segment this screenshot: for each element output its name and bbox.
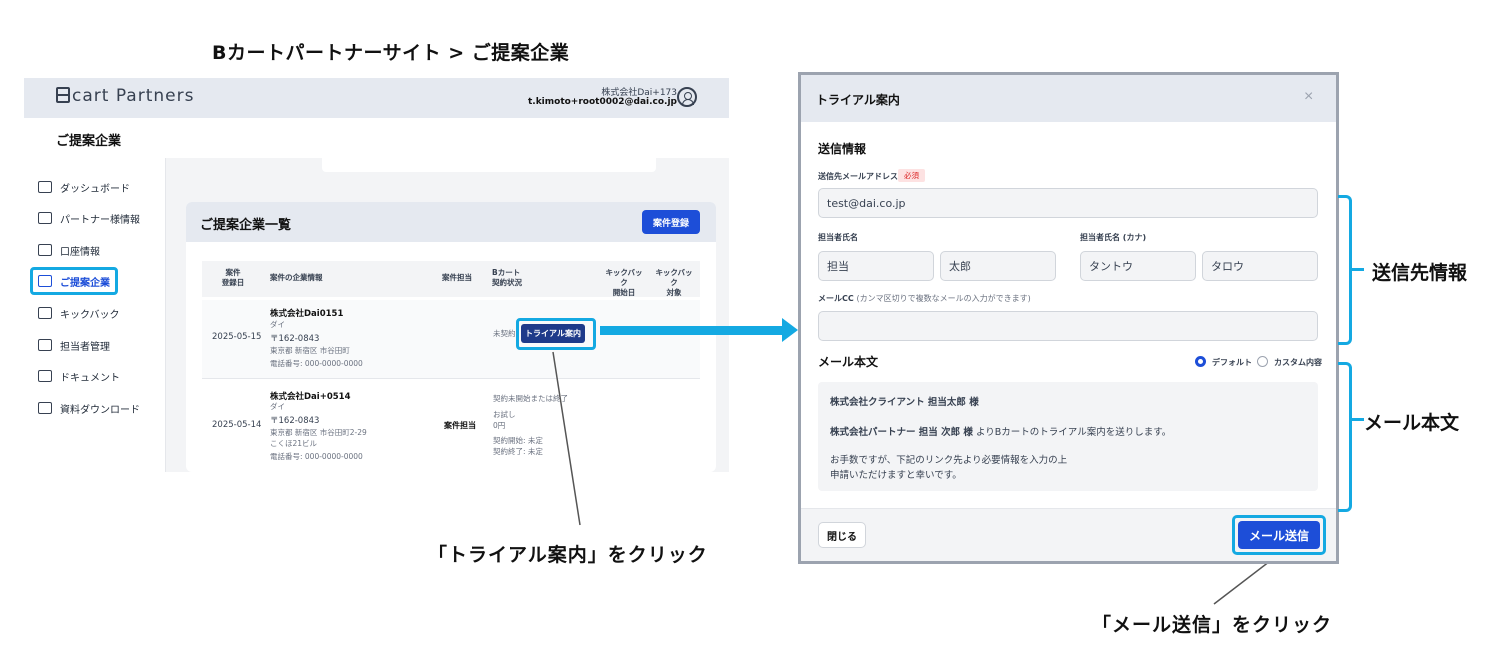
callout-send: 「メール送信」をクリック (1092, 614, 1333, 636)
last-name-field[interactable]: 担当 (818, 251, 934, 281)
leader-line-trial (552, 351, 581, 526)
last-name-kana-field[interactable]: タントウ (1080, 251, 1196, 281)
radio-custom-label: カスタム内容 (1274, 358, 1322, 367)
bracket-body (1338, 362, 1352, 512)
close-icon[interactable]: × (1304, 88, 1313, 106)
close-button[interactable]: 閉じる (818, 522, 866, 548)
callout-trial: 「トライアル案内」をクリック (428, 544, 708, 566)
name-label: 担当者氏名 (818, 233, 858, 242)
cc-hint: (カンマ区切りで複数なメールの入力ができます) (856, 294, 1031, 303)
bracket-recipient-tick (1350, 268, 1364, 271)
mail-body-title: メール本文 (818, 355, 879, 369)
radio-default[interactable] (1195, 356, 1206, 367)
section-send-info: 送信情報 (818, 142, 867, 156)
kana-label: 担当者氏名 (カナ) (1080, 233, 1147, 242)
modal-title: トライアル案内 (816, 93, 900, 107)
radio-default-label: デフォルト (1212, 358, 1252, 367)
bracket-label-body: メール本文 (1364, 412, 1460, 434)
mail-line-thanks: 申請いただけますと幸いです。 (830, 470, 962, 481)
bracket-label-recipient: 送信先情報 (1372, 262, 1468, 284)
cc-field[interactable] (818, 311, 1318, 341)
email-label: 送信先メールアドレス (818, 172, 898, 181)
mail-line-sender: 株式会社パートナー 担当 次郎 様 よりBカートのトライアル案内を送りします。 (830, 427, 1172, 438)
required-badge: 必須 (898, 169, 925, 182)
email-field[interactable]: test@dai.co.jp (818, 188, 1318, 218)
mail-line-recipient: 株式会社クライアント 担当太郎 様 (830, 397, 979, 408)
first-name-field[interactable]: 太郎 (940, 251, 1056, 281)
cc-label: メールCC (カンマ区切りで複数なメールの入力ができます) (818, 294, 1031, 303)
bracket-body-tick (1350, 418, 1364, 421)
radio-custom[interactable] (1257, 356, 1268, 367)
first-name-kana-field[interactable]: タロウ (1202, 251, 1318, 281)
send-mail-button[interactable]: メール送信 (1238, 521, 1320, 549)
mail-line-request: お手数ですが、下記のリンク先より必要情報を入力の上 (830, 455, 1068, 466)
